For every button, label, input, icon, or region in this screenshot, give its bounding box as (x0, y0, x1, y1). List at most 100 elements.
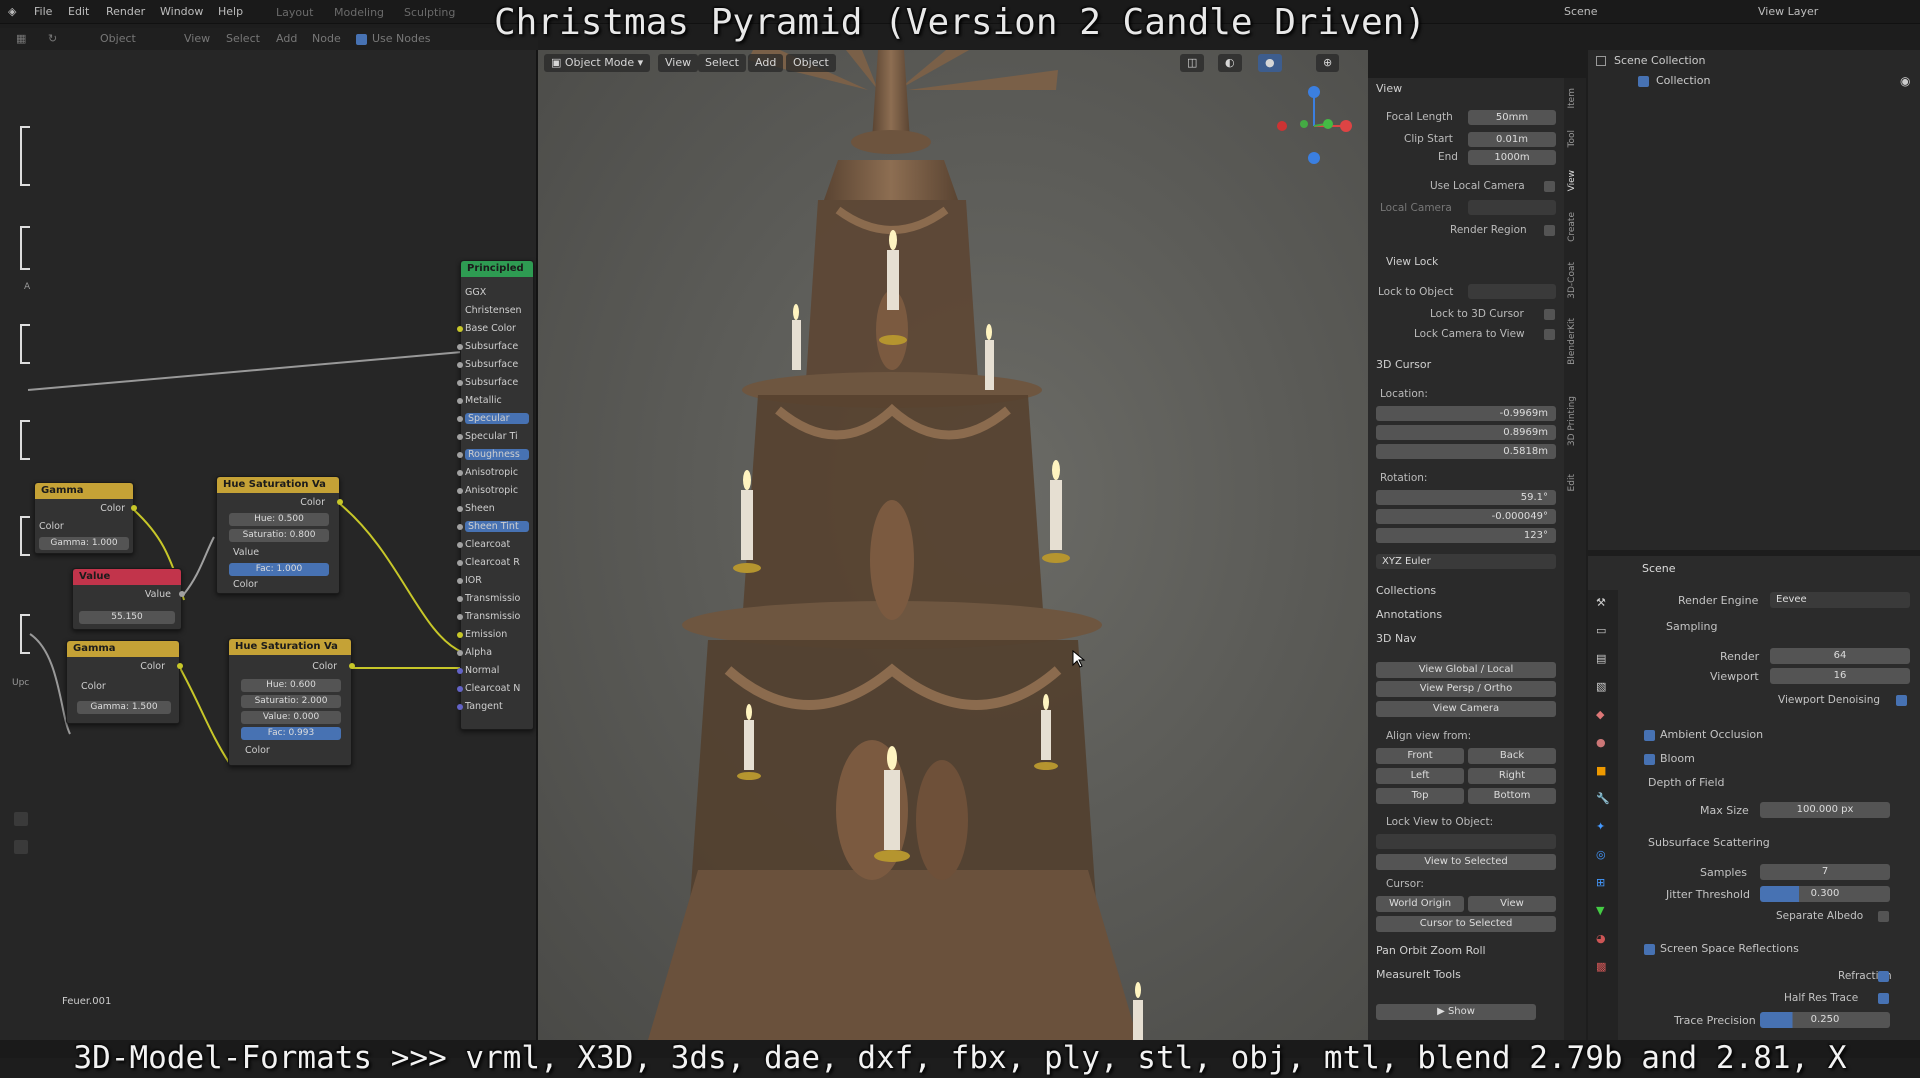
tab-tool[interactable]: Tool (1567, 130, 1577, 147)
hue-field[interactable]: Hue: 0.600 (241, 679, 341, 692)
focal-length-field[interactable]: 50mm (1468, 110, 1556, 125)
principled-socket-row[interactable]: Transmissio (465, 593, 529, 604)
section-subsurface-scattering[interactable]: Subsurface Scattering (1648, 836, 1770, 849)
input-socket[interactable] (457, 560, 463, 566)
input-socket[interactable] (457, 344, 463, 350)
view-back-button[interactable]: Back (1468, 748, 1556, 764)
section-3d-nav[interactable]: 3D Nav (1376, 632, 1416, 645)
section-collections[interactable]: Collections (1376, 584, 1436, 597)
input-socket[interactable] (457, 470, 463, 476)
viewport-samples-field[interactable]: 16 (1770, 668, 1910, 684)
max-size-field[interactable]: 100.000 px (1760, 802, 1890, 818)
principled-socket-row[interactable]: Subsurface (465, 377, 529, 388)
eye-icon[interactable]: ◉ (1900, 74, 1910, 88)
principled-socket-row[interactable]: Specular Ti (465, 431, 529, 442)
view-camera-button[interactable]: View Camera (1376, 701, 1556, 717)
partial-node-left[interactable] (20, 420, 30, 460)
sss-samples-field[interactable]: 7 (1760, 864, 1890, 880)
image-icon[interactable] (14, 840, 28, 854)
partial-node-left[interactable] (20, 324, 30, 364)
view-right-button[interactable]: Right (1468, 768, 1556, 784)
value-field[interactable]: Value: 0.000 (241, 711, 341, 724)
cursor-y-field[interactable]: 0.8969m (1376, 425, 1556, 440)
gamma-field[interactable]: Gamma: 1.500 (77, 701, 171, 714)
world-origin-button[interactable]: World Origin (1376, 896, 1464, 912)
view-to-selected-button[interactable]: View to Selected (1376, 854, 1556, 870)
scene-collection-label[interactable]: Scene Collection (1614, 54, 1705, 67)
clip-start-field[interactable]: 0.01m (1468, 132, 1556, 147)
mode-dropdown[interactable]: ▣ Object Mode ▾ (544, 54, 651, 72)
input-socket[interactable] (457, 416, 463, 422)
principled-socket-row[interactable]: Transmissio (465, 611, 529, 622)
texture-icon[interactable]: ▩ (1596, 960, 1606, 973)
principled-socket-row[interactable]: Anisotropic (465, 467, 529, 478)
cursor-view-button[interactable]: View (1468, 896, 1556, 912)
section-measureit[interactable]: MeasureIt Tools (1376, 968, 1461, 981)
section-depth-of-field[interactable]: Depth of Field (1648, 776, 1725, 789)
input-socket[interactable] (457, 362, 463, 368)
input-socket[interactable] (457, 596, 463, 602)
output-socket[interactable] (337, 499, 343, 505)
collection-label[interactable]: Collection (1656, 74, 1710, 87)
partial-node-left[interactable] (20, 516, 30, 556)
measureit-show-button[interactable]: ▶ Show (1376, 1004, 1536, 1020)
partial-node-left[interactable] (20, 126, 30, 186)
collection-visible-checkbox[interactable] (1638, 76, 1649, 87)
input-socket[interactable] (457, 326, 463, 332)
render-samples-field[interactable]: 64 (1770, 648, 1910, 664)
principled-socket-row[interactable]: Anisotropic (465, 485, 529, 496)
xray-icon[interactable]: ◫ (1180, 54, 1205, 72)
section-annotations[interactable]: Annotations (1376, 608, 1442, 621)
principled-socket-row[interactable]: Alpha (465, 647, 529, 658)
principled-socket-row[interactable]: Emission (465, 629, 529, 640)
value-field[interactable]: 55.150 (79, 611, 175, 624)
data-icon[interactable]: ▼ (1596, 904, 1604, 917)
overlay-icon[interactable]: ◐ (1218, 54, 1242, 72)
cursor-rot-y-field[interactable]: -0.000049° (1376, 509, 1556, 524)
vp-menu-object[interactable]: Object (786, 54, 836, 72)
object-icon[interactable]: ■ (1596, 764, 1606, 777)
lock-camera-checkbox[interactable] (1544, 329, 1555, 340)
section-pan-orbit[interactable]: Pan Orbit Zoom Roll (1376, 944, 1486, 957)
principled-socket-row[interactable]: Subsurface (465, 359, 529, 370)
tab-3d-printing[interactable]: 3D Printing (1567, 396, 1577, 446)
principled-socket-row[interactable]: GGX (465, 287, 529, 298)
gizmo-toggle-icon[interactable]: ⊕ (1316, 54, 1340, 72)
principled-socket-row[interactable]: Specular (465, 413, 529, 424)
cursor-x-field[interactable]: -0.9969m (1376, 406, 1556, 421)
output-socket[interactable] (179, 591, 185, 597)
vp-menu-select[interactable]: Select (698, 54, 746, 72)
3d-viewport[interactable] (538, 50, 1368, 1040)
vp-menu-view[interactable]: View (658, 54, 699, 72)
lock-to-cursor-checkbox[interactable] (1544, 309, 1555, 320)
separate-albedo-checkbox[interactable] (1878, 911, 1889, 922)
value-node[interactable]: Value Value 55.150 (72, 568, 185, 630)
render-icon[interactable]: ▭ (1596, 624, 1606, 637)
principled-socket-row[interactable]: IOR (465, 575, 529, 586)
render-region-checkbox[interactable] (1544, 225, 1555, 236)
gamma-node[interactable]: Gamma Color Color Gamma: 1.500 (66, 640, 183, 724)
jitter-threshold-slider[interactable]: 0.300 (1760, 886, 1890, 902)
tab-edit[interactable]: Edit (1567, 474, 1577, 491)
partial-node-left[interactable] (20, 226, 30, 270)
principled-socket-row[interactable]: Normal (465, 665, 529, 676)
principled-bsdf-node[interactable]: Principled GGX Christensen Base Color Subsu… (457, 260, 534, 730)
view-persp-ortho-button[interactable]: View Persp / Ortho (1376, 681, 1556, 697)
principled-socket-row[interactable]: Clearcoat (465, 539, 529, 550)
partial-node-left[interactable] (20, 614, 30, 654)
physics-icon[interactable]: ◎ (1596, 848, 1606, 861)
section-bloom[interactable]: Bloom (1660, 752, 1695, 765)
gamma-field[interactable]: Gamma: 1.000 (39, 537, 129, 550)
section-3d-cursor[interactable]: 3D Cursor (1376, 358, 1431, 371)
refraction-checkbox[interactable] (1878, 971, 1889, 982)
input-socket[interactable] (457, 434, 463, 440)
trace-precision-slider[interactable]: 0.250 (1760, 1012, 1890, 1028)
view-front-button[interactable]: Front (1376, 748, 1464, 764)
output-socket[interactable] (177, 663, 183, 669)
view-left-button[interactable]: Left (1376, 768, 1464, 784)
lock-view-object-field[interactable] (1376, 834, 1556, 849)
section-screen-space-reflections[interactable]: Screen Space Reflections (1660, 942, 1799, 955)
use-local-camera-checkbox[interactable] (1544, 181, 1555, 192)
principled-socket-row[interactable]: Sheen (465, 503, 529, 514)
input-socket[interactable] (457, 632, 463, 638)
